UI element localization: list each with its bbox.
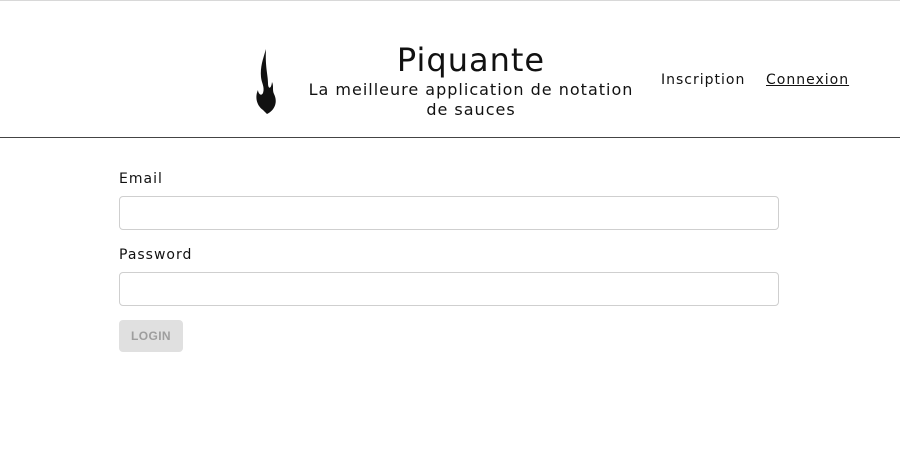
brand-block: Piquante La meilleure application de not… [300,40,642,120]
email-field[interactable] [119,196,779,230]
password-field[interactable] [119,272,779,306]
login-page: Piquante La meilleure application de not… [0,0,900,472]
app-title: Piquante [396,41,546,79]
login-form: Email Password LOGIN [119,170,779,352]
nav-login-link[interactable]: Connexion [766,72,849,88]
flame-icon [256,49,276,114]
password-label: Password [119,247,193,263]
nav-signup-link[interactable]: Inscription [661,72,745,88]
login-button[interactable]: LOGIN [119,320,183,352]
app-tagline: La meilleure application de notation de … [308,80,634,119]
email-label: Email [119,171,163,187]
app-header: Piquante La meilleure application de not… [0,1,900,138]
